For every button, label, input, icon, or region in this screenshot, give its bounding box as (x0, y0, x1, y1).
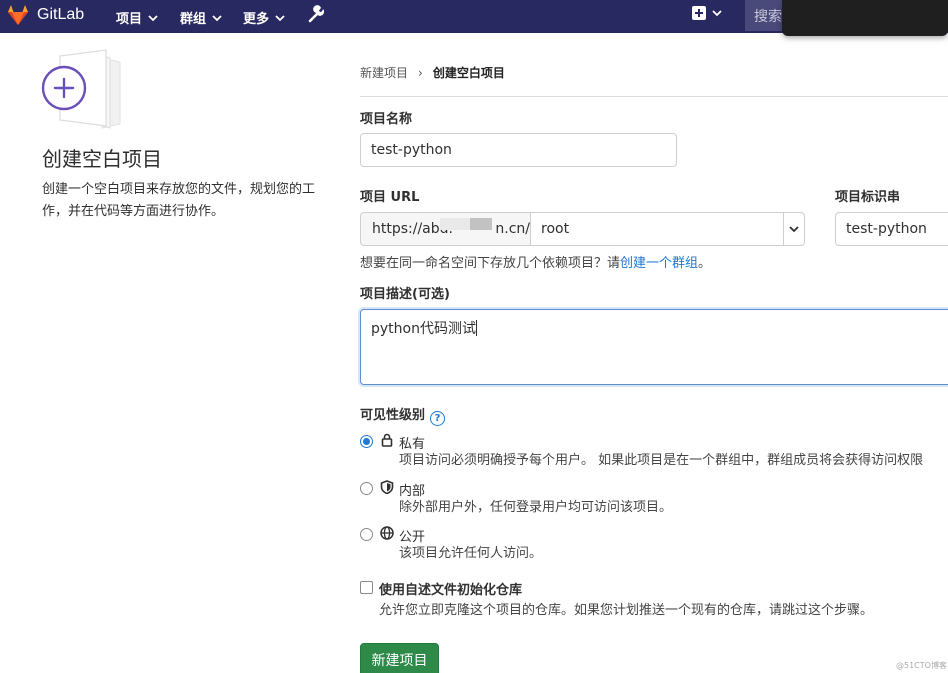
visibility-public-radio[interactable] (360, 528, 373, 541)
url-prefix-end: n.cn/ (495, 221, 530, 237)
initialize-readme-desc: 允许您立即克隆这个项目的仓库。如果您计划推送一个现有的仓库，请跳过这个步骤。 (379, 603, 874, 618)
visibility-internal-radio[interactable] (360, 482, 373, 495)
project-name-input[interactable]: test-python (360, 133, 677, 167)
project-slug-value: test-python (846, 221, 927, 237)
visibility-level-text: 可见性级别 (360, 408, 426, 423)
group-hint-text: 想要在同一命名空间下存放几个依赖项目？请 (360, 256, 621, 271)
plus-square-icon (692, 6, 706, 20)
visibility-internal-desc: 除外部用户外，任何登录用户均可访问该项目。 (399, 500, 673, 515)
globe-icon (380, 526, 394, 540)
chevron-down-icon (212, 14, 222, 21)
nav-more-label: 更多 (243, 12, 270, 27)
nav-projects-label: 项目 (116, 12, 143, 27)
divider (360, 96, 948, 97)
visibility-public-desc: 该项目允许任何人访问。 (399, 546, 543, 561)
nav-groups-label: 群组 (180, 12, 207, 27)
project-name-label: 项目名称 (360, 112, 413, 127)
namespace-select[interactable]: root (530, 212, 784, 246)
project-description-value: python代码测试 (371, 321, 476, 337)
namespace-dropdown-toggle[interactable] (783, 212, 805, 246)
nav-groups-dropdown[interactable]: 群组 (180, 8, 222, 27)
search-placeholder: 搜索 (754, 9, 782, 25)
chevron-down-icon (275, 14, 285, 21)
watermark: @51CTO博客 (896, 661, 947, 670)
breadcrumb-parent-link[interactable]: 新建项目 (360, 64, 408, 81)
breadcrumb-separator: › (418, 65, 423, 80)
chevron-down-icon (712, 10, 722, 17)
page-description: 创建一个空白项目来存放您的文件，规划您的工作，并在代码等方面进行协作。 (42, 182, 316, 219)
initialize-readme-label[interactable]: 使用自述文件初始化仓库 (379, 579, 522, 598)
initialize-readme-checkbox[interactable] (360, 581, 373, 594)
nav-projects-dropdown[interactable]: 项目 (116, 8, 158, 27)
group-hint: 想要在同一命名空间下存放几个依赖项目？请创建一个群组。 (360, 252, 711, 271)
shield-icon (380, 480, 394, 494)
gitlab-logo-icon[interactable] (6, 4, 30, 26)
project-description-label: 项目描述(可选) (360, 287, 450, 302)
help-question-icon[interactable]: ? (430, 411, 446, 426)
lock-icon (381, 433, 393, 447)
visibility-private-desc: 项目访问必须明确授予每个用户。 如果此项目是在一个群组中，群组成员将会获得访问权… (399, 453, 924, 468)
redacted-url-part (440, 218, 470, 230)
project-name-value: test-python (371, 142, 452, 158)
admin-wrench-icon[interactable] (307, 5, 325, 23)
text-cursor (475, 320, 477, 336)
project-description-textarea[interactable]: python代码测试 (360, 309, 948, 385)
project-url-label: 项目 URL (360, 190, 420, 205)
chevron-down-icon (148, 14, 158, 21)
chevron-down-icon (789, 226, 799, 233)
namespace-value: root (541, 221, 570, 237)
breadcrumb-current: 创建空白项目 (432, 66, 505, 80)
brand-name[interactable]: GitLab (37, 6, 84, 24)
page-title: 创建空白项目 (42, 147, 162, 171)
new-item-dropdown[interactable] (692, 6, 722, 20)
project-slug-input[interactable]: test-python (835, 212, 948, 246)
redacted-url-part (470, 218, 492, 230)
nav-more-dropdown[interactable]: 更多 (243, 8, 285, 27)
breadcrumb: 新建项目 › 创建空白项目 (360, 64, 505, 81)
blank-project-illustration-icon (41, 49, 121, 129)
group-hint-end: 。 (698, 256, 712, 271)
project-slug-label: 项目标识串 (835, 190, 901, 205)
create-group-link[interactable]: 创建一个群组 (620, 256, 698, 271)
create-project-button[interactable]: 新建项目 (360, 643, 439, 673)
visibility-level-label: 可见性级别? (360, 404, 446, 426)
visibility-private-radio[interactable] (360, 435, 373, 448)
redacted-overlay (782, 0, 948, 36)
